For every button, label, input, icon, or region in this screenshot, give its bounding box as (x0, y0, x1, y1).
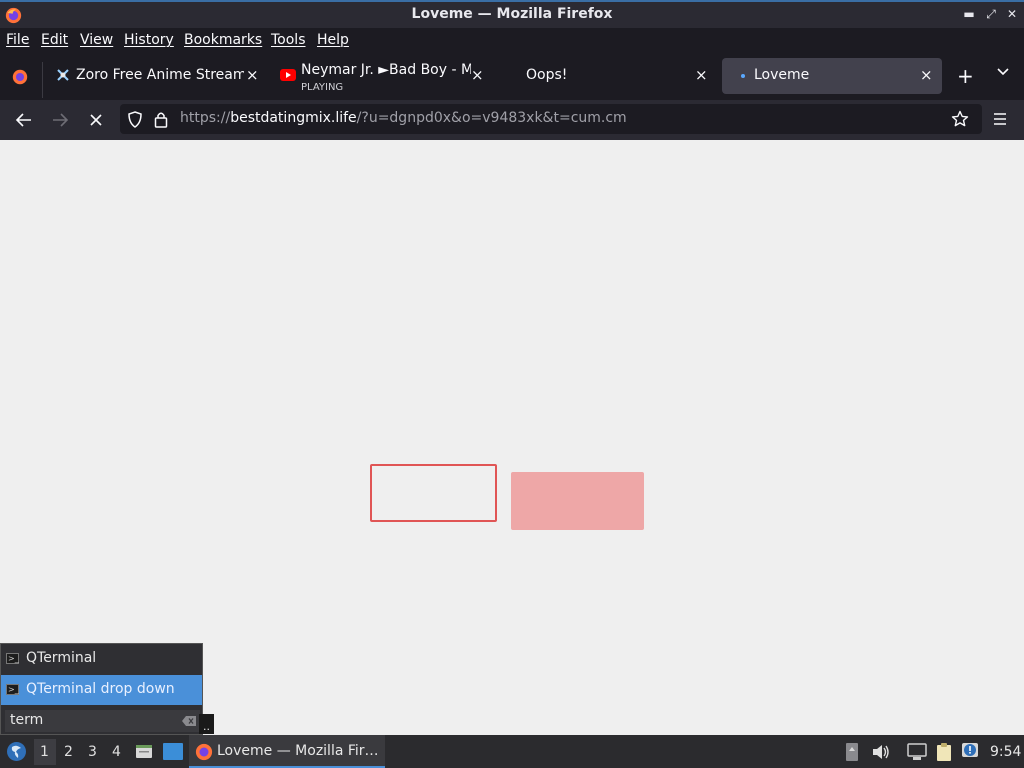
hamburger-menu-icon[interactable] (992, 112, 1008, 126)
menu-help[interactable]: Help (317, 32, 349, 48)
window-title: Loveme — Mozilla Firefox (411, 6, 613, 22)
launcher-item-qterminal[interactable]: >_ QTerminal (1, 644, 202, 674)
tab-label: Neymar Jr. ►Bad Boy - Ma (301, 62, 471, 78)
notification-icon[interactable] (960, 741, 980, 761)
tab-close-button[interactable]: × (920, 66, 933, 84)
menu-history[interactable]: History (124, 32, 174, 48)
minimize-button[interactable]: ▬ (962, 7, 976, 21)
tab-close-button[interactable]: × (246, 66, 259, 84)
launcher-search-input[interactable]: term (5, 710, 200, 732)
tab-close-button[interactable]: × (695, 66, 708, 84)
tab-zoro[interactable]: Zoro Free Anime Streamin × (50, 58, 262, 94)
workspace-3[interactable]: 3 (88, 744, 97, 760)
lock-icon[interactable] (154, 111, 168, 128)
url-domain: bestdatingmix.life (230, 110, 357, 126)
start-menu-icon[interactable] (6, 741, 27, 762)
forward-button[interactable] (51, 112, 69, 128)
loading-dot-icon (741, 74, 745, 78)
clock: 9:54 (990, 744, 1022, 760)
network-icon[interactable] (907, 743, 927, 761)
url-bar[interactable]: https://bestdatingmix.life/?u=dgnpd0x&o=… (120, 104, 982, 134)
workspace-4[interactable]: 4 (112, 744, 121, 760)
bookmark-star-icon[interactable] (951, 110, 969, 128)
firefox-view-icon[interactable] (11, 68, 29, 86)
tab-loveme[interactable]: Loveme × (722, 58, 942, 94)
taskbar-task-firefox[interactable]: Loveme — Mozilla Fir… (189, 735, 385, 768)
launcher-item-label: QTerminal (26, 650, 97, 666)
tab-strip: Zoro Free Anime Streamin × Neymar Jr. ►B… (0, 54, 1024, 100)
stop-loading-button[interactable] (88, 112, 104, 128)
removable-media-icon[interactable] (845, 742, 859, 762)
maximize-button[interactable]: ⤢ (984, 7, 998, 22)
menu-edit[interactable]: Edit (41, 32, 68, 48)
tab-label: Loveme (754, 67, 810, 83)
launcher-item-qterminal-dropdown[interactable]: >_ QTerminal drop down (1, 675, 202, 705)
clipboard-icon[interactable] (934, 742, 954, 762)
task-label: Loveme — Mozilla Fir… (217, 743, 379, 759)
back-button[interactable] (15, 112, 33, 128)
tab-label: Zoro Free Anime Streamin (76, 67, 244, 83)
launcher-search-value: term (10, 712, 44, 728)
terminal-icon: >_ (6, 684, 19, 695)
tab-youtube[interactable]: Neymar Jr. ►Bad Boy - Ma PLAYING × (274, 58, 486, 94)
tracking-protection-shield-icon[interactable] (127, 111, 143, 128)
menu-view[interactable]: View (80, 32, 113, 48)
close-window-button[interactable]: ✕ (1005, 7, 1019, 21)
show-desktop-icon[interactable] (163, 743, 183, 760)
chevron-down-icon (997, 68, 1009, 76)
filled-box[interactable] (511, 472, 644, 530)
url-text[interactable]: https://bestdatingmix.life/?u=dgnpd0x&o=… (180, 110, 627, 126)
menu-bar: File Edit View History Bookmarks Tools H… (0, 28, 1024, 54)
list-all-tabs-button[interactable] (996, 65, 1010, 83)
navigation-toolbar: https://bestdatingmix.life/?u=dgnpd0x&o=… (0, 100, 1024, 140)
menu-bookmarks[interactable]: Bookmarks (184, 32, 262, 48)
tab-label: Oops! (526, 67, 568, 83)
taskbar: 1 2 3 4 Loveme — Mozilla Fir… 9:54 (0, 735, 1024, 768)
volume-icon[interactable] (872, 744, 890, 760)
tab-oops[interactable]: Oops! × (500, 58, 714, 94)
menu-file[interactable]: File (6, 32, 29, 48)
url-scheme: https:// (180, 110, 231, 126)
tab-playing-status: PLAYING (301, 82, 344, 93)
clear-text-icon[interactable] (181, 715, 197, 727)
launcher-item-label: QTerminal drop down (26, 681, 175, 697)
tooltip: .. (199, 714, 214, 734)
file-manager-icon[interactable] (135, 742, 153, 760)
firefox-icon (195, 743, 213, 761)
tab-close-button[interactable]: × (471, 66, 484, 84)
url-path: /?u=dgnpd0x&o=v9483xk&t=cum.cm (356, 110, 627, 126)
zoro-favicon-icon (57, 69, 69, 81)
youtube-icon (280, 69, 296, 81)
workspace-1[interactable]: 1 (40, 744, 49, 760)
terminal-icon: >_ (6, 653, 19, 664)
window-titlebar: Loveme — Mozilla Firefox ▬ ⤢ ✕ (0, 0, 1024, 28)
menu-tools[interactable]: Tools (271, 32, 306, 48)
tab-separator (42, 62, 43, 98)
new-tab-button[interactable]: + (957, 64, 974, 88)
workspace-2[interactable]: 2 (64, 744, 73, 760)
outlined-box[interactable] (370, 464, 497, 522)
app-launcher-popup: >_ QTerminal >_ QTerminal drop down term (0, 643, 203, 735)
